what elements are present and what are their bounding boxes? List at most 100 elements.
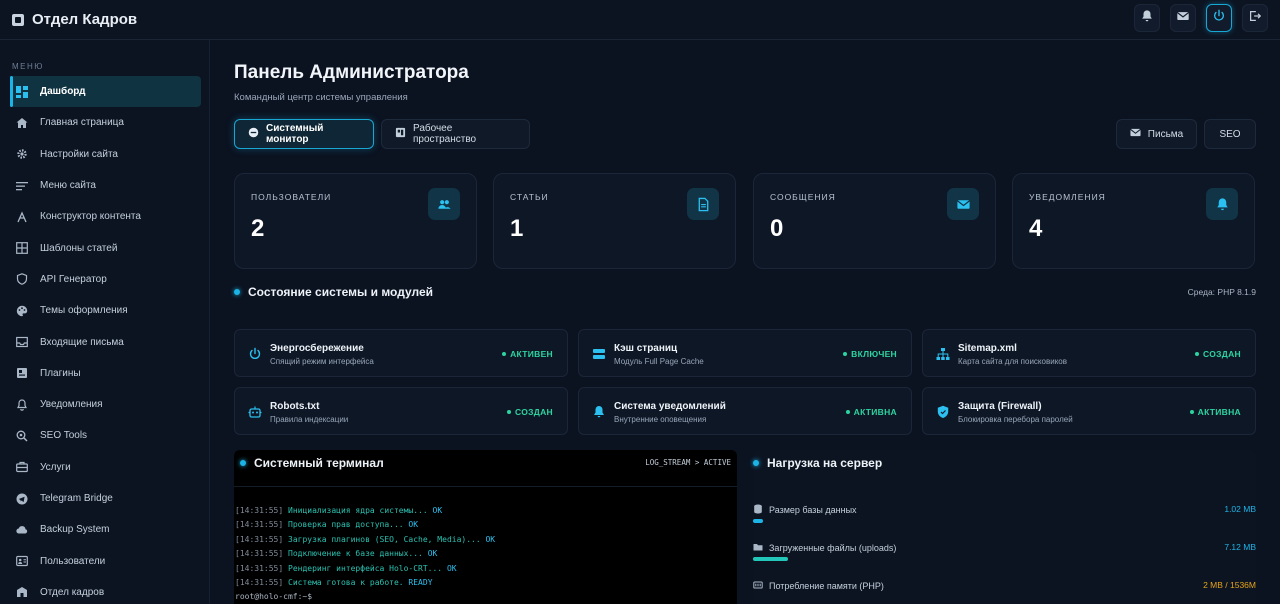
load-bar-fill xyxy=(753,519,764,523)
messages-button[interactable] xyxy=(1170,4,1196,32)
stat-label: СТАТЬИ xyxy=(510,192,549,202)
log-message: Рендеринг интерфейса Holo-CRT... xyxy=(288,563,443,573)
sidebar-item-api-generator[interactable]: API Генератор xyxy=(0,264,209,295)
logout-button[interactable] xyxy=(1242,4,1268,32)
sidebar-item-article-templates[interactable]: Шаблоны статей xyxy=(0,232,209,263)
load-label: Размер базы данных xyxy=(753,504,857,516)
sidebar-item-themes[interactable]: Темы оформления xyxy=(0,295,209,326)
server-icon xyxy=(592,347,606,361)
sidebar-nav: Дашборд Главная страница Настройки сайта… xyxy=(0,76,209,604)
stat-card-notifications[interactable]: УВЕДОМЛЕНИЯ 4 xyxy=(1012,173,1255,269)
status-dot xyxy=(502,352,507,356)
stat-value: 0 xyxy=(770,215,784,242)
sidebar-item-telegram-bridge[interactable]: Telegram Bridge xyxy=(0,483,209,514)
constructor-icon xyxy=(16,211,28,223)
load-row-memory: Потребление памяти (PHP) 2 MB / 1536M xyxy=(753,580,1256,604)
sidebar-item-inbox[interactable]: Входящие письма xyxy=(0,326,209,357)
sidebar-item-label: Настройки сайта xyxy=(40,148,118,160)
sidebar-item-users[interactable]: Пользователи xyxy=(0,545,209,576)
seo-search-icon xyxy=(16,430,28,442)
folder-icon xyxy=(753,542,763,554)
sidebar-item-site-settings[interactable]: Настройки сайта xyxy=(0,139,209,170)
log-message: Загрузка плагинов (SEO, Cache, Media)... xyxy=(288,534,481,544)
top-bar: Отдел Кадров xyxy=(0,0,1280,40)
menu-label: МЕНЮ xyxy=(12,62,44,71)
sidebar-item-content-builder[interactable]: Конструктор контента xyxy=(0,201,209,232)
workspace-icon xyxy=(395,127,406,141)
load-row-uploads: Загруженные файлы (uploads) 7.12 MB xyxy=(753,542,1256,580)
module-power-saving[interactable]: Энергосбережение Спящий режим интерфейса… xyxy=(234,329,568,377)
sidebar: МЕНЮ Дашборд Главная страница Настройки … xyxy=(0,40,210,604)
stat-card-users[interactable]: ПОЛЬЗОВАТЕЛИ 2 xyxy=(234,173,477,269)
shield-icon xyxy=(936,405,950,419)
load-value: 1.02 MB xyxy=(1224,504,1256,514)
log-timestamp: [14:31:55] xyxy=(235,506,284,515)
sidebar-item-label: Уведомления xyxy=(40,399,103,411)
bell-icon xyxy=(592,405,606,419)
module-status: СОЗДАН xyxy=(1195,349,1241,359)
app-logo-icon xyxy=(12,13,24,26)
sidebar-item-seo-tools[interactable]: SEO Tools xyxy=(0,420,209,451)
module-name: Sitemap.xml xyxy=(958,343,1017,354)
sidebar-item-label: Шаблоны статей xyxy=(40,242,118,254)
module-robots[interactable]: Robots.txt Правила индексации СОЗДАН xyxy=(234,387,568,435)
power-button[interactable] xyxy=(1206,4,1232,32)
sidebar-item-notifications[interactable]: Уведомления xyxy=(0,389,209,420)
status-dot xyxy=(507,410,511,414)
sidebar-item-label: Услуги xyxy=(40,461,71,473)
power-icon xyxy=(1212,9,1226,28)
tab-system-monitor[interactable]: Системный монитор xyxy=(234,119,374,149)
terminal-title: Системный терминал xyxy=(240,456,384,470)
sidebar-item-hr-department[interactable]: Отдел кадров xyxy=(0,577,209,604)
home-icon xyxy=(16,117,28,129)
log-timestamp: [14:31:55] xyxy=(235,520,284,530)
briefcase-icon xyxy=(16,461,28,473)
load-label-text: Размер базы данных xyxy=(769,505,857,515)
top-actions xyxy=(1134,4,1268,32)
log-line: [14:31:55] Загрузка плагинов (SEO, Cache… xyxy=(235,533,495,547)
sidebar-item-backup-system[interactable]: Backup System xyxy=(0,514,209,545)
stat-card-articles[interactable]: СТАТЬИ 1 xyxy=(493,173,736,269)
sidebar-item-label: Пользователи xyxy=(40,555,106,567)
module-desc: Правила индексации xyxy=(270,415,349,424)
sidebar-item-services[interactable]: Услуги xyxy=(0,452,209,483)
grid-icon xyxy=(16,242,28,255)
brand[interactable]: Отдел Кадров xyxy=(0,11,137,28)
log-result: OK xyxy=(432,506,443,515)
module-name: Robots.txt xyxy=(270,401,320,412)
shield-icon xyxy=(16,273,28,286)
sidebar-item-label: Конструктор контента xyxy=(40,211,141,223)
module-name: Система уведомлений xyxy=(614,401,726,412)
status-dot xyxy=(240,460,246,466)
sidebar-item-site-menu[interactable]: Меню сайта xyxy=(0,170,209,201)
seo-button[interactable]: SEO xyxy=(1204,119,1256,149)
module-firewall[interactable]: Защита (Firewall) Блокировка перебора па… xyxy=(922,387,1256,435)
module-status: АКТИВНА xyxy=(1189,407,1241,417)
log-timestamp: [14:31:55] xyxy=(235,534,284,544)
module-status: СОЗДАН xyxy=(507,407,553,417)
sidebar-item-dashboard[interactable]: Дашборд xyxy=(10,76,201,108)
module-desc: Внутренние оповещения xyxy=(614,415,707,424)
module-notification-system[interactable]: Система уведомлений Внутренние оповещени… xyxy=(578,387,912,435)
section-title-text: Состояние системы и модулей xyxy=(248,285,434,299)
sidebar-item-home[interactable]: Главная страница xyxy=(0,107,209,138)
status-dot xyxy=(845,410,850,414)
notifications-button[interactable] xyxy=(1134,4,1160,32)
mail-button[interactable]: Письма xyxy=(1116,119,1197,149)
bell-icon xyxy=(1140,9,1154,28)
terminal-title-text: Системный терминал xyxy=(254,456,384,470)
sidebar-item-label: API Генератор xyxy=(40,273,107,285)
status-dot xyxy=(753,460,759,466)
sidebar-item-label: Telegram Bridge xyxy=(40,493,113,504)
stat-card-messages[interactable]: СООБЩЕНИЯ 0 xyxy=(753,173,996,269)
stat-label: ПОЛЬЗОВАТЕЛИ xyxy=(251,192,332,202)
robot-icon xyxy=(248,405,262,419)
module-page-cache[interactable]: Кэш страниц Модуль Full Page Cache ВКЛЮЧ… xyxy=(578,329,912,377)
terminal-prompt[interactable]: root@holo-cmf:~$ xyxy=(235,590,495,604)
sidebar-item-plugins[interactable]: Плагины xyxy=(0,358,209,389)
tab-workspace[interactable]: Рабочее пространство xyxy=(381,119,530,149)
envelope-icon xyxy=(1129,127,1141,141)
sidebar-item-label: Backup System xyxy=(40,524,110,536)
status-text: АКТИВНА xyxy=(853,407,897,417)
module-sitemap[interactable]: Sitemap.xml Карта сайта для поисковиков … xyxy=(922,329,1256,377)
